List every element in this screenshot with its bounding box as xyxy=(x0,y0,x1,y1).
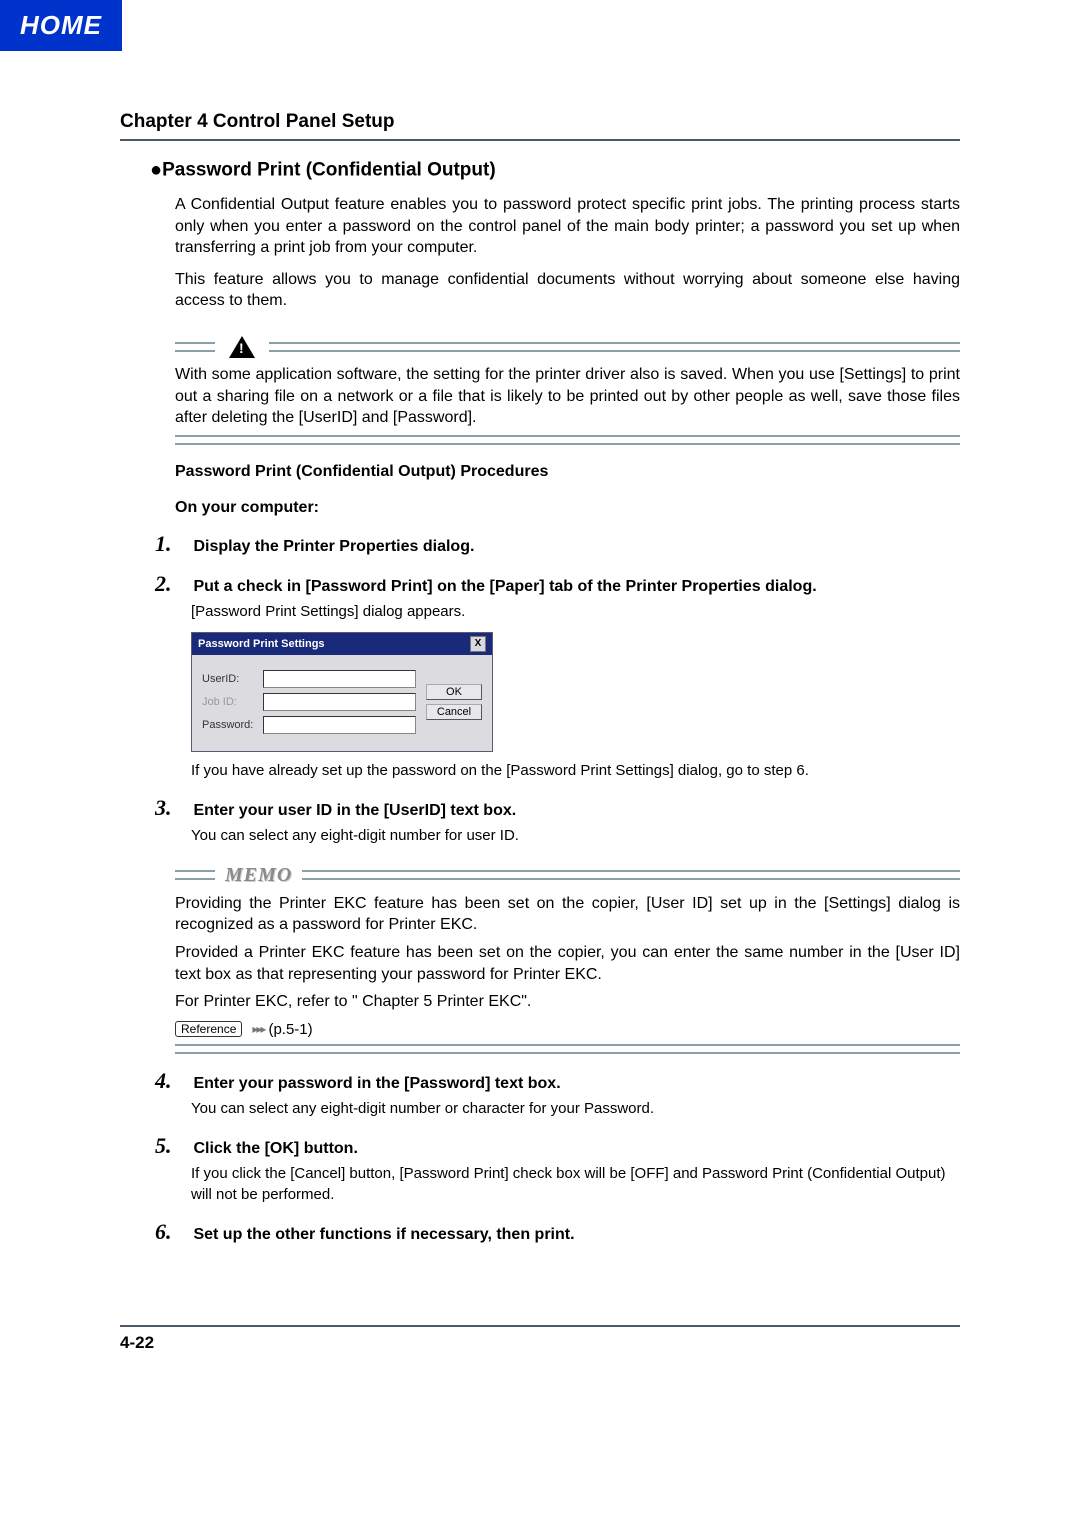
reference-page[interactable]: (p.5-1) xyxy=(268,1021,312,1038)
steps-list: Display the Printer Properties dialog. P… xyxy=(155,531,960,846)
step-2-sub2: If you have already set up the password … xyxy=(191,760,960,781)
bullet-icon: ● xyxy=(150,159,162,181)
section-heading: ●Password Print (Confidential Output) xyxy=(150,159,960,182)
reference-line: Reference ▸▸▸ (p.5-1) xyxy=(175,1021,960,1038)
memo-p1: Providing the Printer EKC feature has be… xyxy=(175,893,960,936)
section-title: Password Print (Confidential Output) xyxy=(162,160,496,181)
step-4: Enter your password in the [Password] te… xyxy=(155,1068,960,1119)
step-2: Put a check in [Password Print] on the [… xyxy=(155,571,960,781)
close-icon[interactable]: X xyxy=(470,636,486,652)
intro-p2: This feature allows you to manage confid… xyxy=(175,269,960,312)
jobid-row: Job ID: xyxy=(202,693,416,711)
reference-tag: Reference xyxy=(175,1021,242,1037)
memo-header: MEMO xyxy=(175,864,960,887)
procedures-subtitle: On your computer: xyxy=(175,499,960,517)
chapter-title: Chapter 4 Control Panel Setup xyxy=(120,111,960,133)
jobid-input[interactable] xyxy=(263,693,416,711)
password-row: Password: xyxy=(202,716,416,734)
jobid-label: Job ID: xyxy=(202,696,257,708)
caution-text: With some application software, the sett… xyxy=(175,364,960,429)
intro-p1: A Confidential Output feature enables yo… xyxy=(175,194,960,259)
step-3: Enter your user ID in the [UserID] text … xyxy=(155,795,960,846)
memo-line-left xyxy=(175,870,215,880)
userid-row: UserID: xyxy=(202,670,416,688)
userid-label: UserID: xyxy=(202,673,257,685)
password-print-settings-dialog: Password Print Settings X UserID: Job ID… xyxy=(191,632,493,752)
step-3-title: Enter your user ID in the [UserID] text … xyxy=(193,802,516,819)
password-label: Password: xyxy=(202,719,257,731)
caution-footer-line xyxy=(175,435,960,445)
step-1: Display the Printer Properties dialog. xyxy=(155,531,960,557)
step-1-title: Display the Printer Properties dialog. xyxy=(193,538,474,555)
memo-line-right xyxy=(302,870,960,880)
step-2-sub1: [Password Print Settings] dialog appears… xyxy=(191,601,960,622)
step-5: Click the [OK] button. If you click the … xyxy=(155,1133,960,1205)
caution-line-right xyxy=(269,342,960,352)
caution-header xyxy=(175,336,960,358)
ok-button[interactable]: OK xyxy=(426,684,482,700)
caution-line-left xyxy=(175,342,215,352)
home-tab[interactable]: HOME xyxy=(0,0,122,51)
cancel-button[interactable]: Cancel xyxy=(426,704,482,720)
procedures-title: Password Print (Confidential Output) Pro… xyxy=(175,463,960,481)
step-6-title: Set up the other functions if necessary,… xyxy=(193,1226,574,1243)
step-4-title: Enter your password in the [Password] te… xyxy=(193,1075,560,1092)
dialog-titlebar: Password Print Settings X xyxy=(192,633,492,655)
step-4-sub1: You can select any eight-digit number or… xyxy=(191,1098,960,1119)
userid-input[interactable] xyxy=(263,670,416,688)
step-2-title: Put a check in [Password Print] on the [… xyxy=(193,578,816,595)
chevron-icon: ▸▸▸ xyxy=(252,1022,264,1036)
page-content: Chapter 4 Control Panel Setup ●Password … xyxy=(0,51,1080,1393)
warning-icon xyxy=(229,336,255,358)
dialog-fields: UserID: Job ID: Password: xyxy=(202,665,416,739)
chapter-rule xyxy=(120,139,960,141)
page-footer: 4-22 xyxy=(120,1325,960,1353)
memo-footer-line xyxy=(175,1044,960,1054)
step-3-sub1: You can select any eight-digit number fo… xyxy=(191,825,960,846)
step-5-title: Click the [OK] button. xyxy=(193,1140,357,1157)
password-input[interactable] xyxy=(263,716,416,734)
step-5-sub1: If you click the [Cancel] button, [Passw… xyxy=(191,1163,960,1205)
dialog-title-text: Password Print Settings xyxy=(198,638,325,650)
step-6: Set up the other functions if necessary,… xyxy=(155,1219,960,1245)
dialog-buttons: OK Cancel xyxy=(426,665,482,739)
memo-p2: Provided a Printer EKC feature has been … xyxy=(175,942,960,985)
memo-p3: For Printer EKC, refer to " Chapter 5 Pr… xyxy=(175,991,960,1013)
dialog-body: UserID: Job ID: Password: OK xyxy=(192,655,492,751)
memo-label: MEMO xyxy=(225,864,292,887)
steps-list-cont: Enter your password in the [Password] te… xyxy=(155,1068,960,1245)
